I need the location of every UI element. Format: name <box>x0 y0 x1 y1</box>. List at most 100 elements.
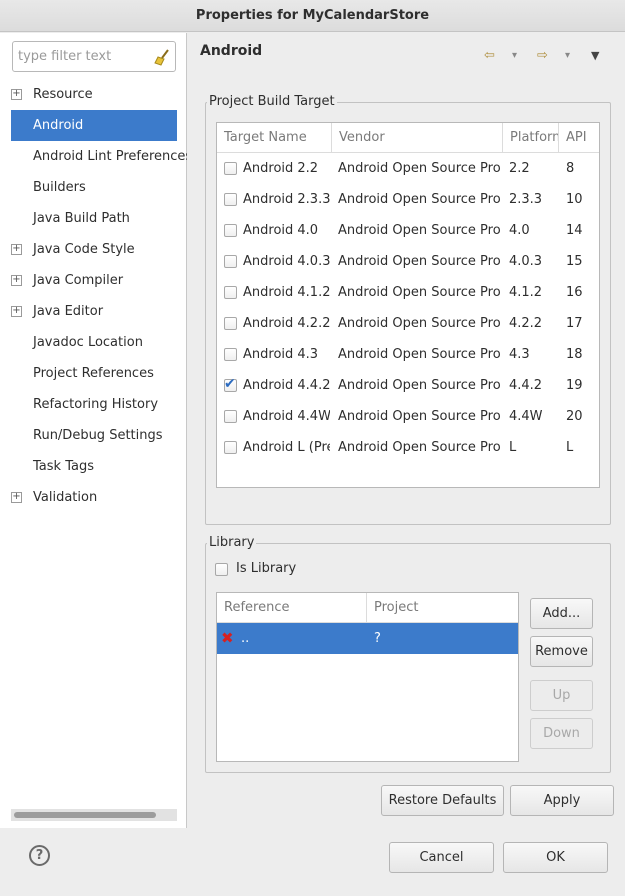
sidebar-horizontal-scrollbar[interactable] <box>11 809 177 821</box>
table-row[interactable]: Android 4.1.2 Android Open Source Project… <box>217 277 599 308</box>
sidebar-item-label: Android <box>33 118 84 133</box>
platform-cell: 4.1.2 <box>509 285 543 300</box>
expand-icon[interactable]: + <box>11 306 22 317</box>
table-row[interactable]: Android 2.2 Android Open Source Project 2.… <box>217 153 599 184</box>
sidebar-item-label: Java Compiler <box>33 273 124 288</box>
up-button[interactable]: Up <box>530 680 593 711</box>
filter-input[interactable] <box>16 45 152 68</box>
expand-icon[interactable]: + <box>11 244 22 255</box>
target-name-cell: Android 4.4.2 <box>243 378 330 393</box>
table-row[interactable]: Android 4.0.3 Android Open Source Project… <box>217 246 599 277</box>
api-cell: 20 <box>566 409 583 424</box>
view-menu-icon[interactable]: ▼ <box>591 49 599 62</box>
sidebar-item-label: Task Tags <box>33 459 94 474</box>
api-cell: L <box>566 440 574 455</box>
is-library-label: Is Library <box>236 561 297 576</box>
vendor-cell: Android Open Source Project <box>338 254 500 269</box>
broom-icon[interactable] <box>153 48 171 66</box>
sidebar-item-java-build-path[interactable]: Java Build Path <box>0 203 187 234</box>
sidebar-item-builders[interactable]: Builders <box>0 172 187 203</box>
vendor-cell: Android Open Source Project <box>338 378 500 393</box>
add-button[interactable]: Add... <box>530 598 593 629</box>
platform-cell: 4.4.2 <box>509 378 543 393</box>
vendor-cell: Android Open Source Project <box>338 440 500 455</box>
column-header-platform[interactable]: Platform <box>503 123 559 153</box>
project-cell: ? <box>374 631 381 646</box>
target-name-cell: Android 4.0 <box>243 223 319 238</box>
library-table[interactable]: Reference Project ✖ .. ? <box>216 592 519 762</box>
expand-icon[interactable]: + <box>11 275 22 286</box>
sidebar-item-java-code-style[interactable]: + Java Code Style <box>0 234 187 265</box>
sidebar-item-java-compiler[interactable]: + Java Compiler <box>0 265 187 296</box>
window-title: Properties for MyCalendarStore <box>0 0 625 32</box>
remove-button[interactable]: Remove <box>530 636 593 667</box>
target-checkbox[interactable] <box>224 255 237 268</box>
target-name-cell: Android 4.3 <box>243 347 319 362</box>
column-header-vendor[interactable]: Vendor <box>332 123 503 153</box>
sidebar-item-label: Run/Debug Settings <box>33 428 163 443</box>
target-checkbox[interactable] <box>224 286 237 299</box>
scrollbar-thumb[interactable] <box>14 812 156 818</box>
back-history-chevron-down-icon[interactable]: ▾ <box>512 50 517 61</box>
table-row[interactable]: Android 4.4W Android Open Source Project 4… <box>217 401 599 432</box>
table-row[interactable]: Android 4.3 Android Open Source Project 4.… <box>217 339 599 370</box>
column-header-api[interactable]: API <box>559 123 599 153</box>
sidebar-item-label: Android Lint Preferences <box>33 149 187 164</box>
back-arrow-icon[interactable]: ⇦ <box>484 48 495 63</box>
sidebar-item-validation[interactable]: + Validation <box>0 482 187 513</box>
sidebar-item-run-debug-settings[interactable]: Run/Debug Settings <box>0 420 187 451</box>
sidebar-item-javadoc-location[interactable]: Javadoc Location <box>0 327 187 358</box>
forward-arrow-icon[interactable]: ⇨ <box>537 48 548 63</box>
platform-cell: L <box>509 440 517 455</box>
table-row[interactable]: Android 2.3.3 Android Open Source Project… <box>217 184 599 215</box>
restore-defaults-button[interactable]: Restore Defaults <box>381 785 504 816</box>
target-checkbox[interactable] <box>224 410 237 423</box>
page-title: Android <box>200 43 263 59</box>
build-target-table[interactable]: Target Name Vendor Platform API Android … <box>216 122 600 488</box>
target-checkbox[interactable] <box>224 348 237 361</box>
apply-button[interactable]: Apply <box>510 785 614 816</box>
sidebar-item-label: Builders <box>33 180 86 195</box>
sidebar-item-label: Java Build Path <box>33 211 130 226</box>
table-row[interactable]: Android L (Preview) Android Open Source P… <box>217 432 599 463</box>
reference-cell: .. <box>241 631 250 646</box>
table-row[interactable]: Android 4.0 Android Open Source Project 4.… <box>217 215 599 246</box>
down-button[interactable]: Down <box>530 718 593 749</box>
target-checkbox[interactable] <box>224 193 237 206</box>
sidebar-item-resource[interactable]: + Resource <box>0 79 187 110</box>
forward-history-chevron-down-icon[interactable]: ▾ <box>565 50 570 61</box>
vendor-cell: Android Open Source Project <box>338 409 500 424</box>
sidebar-item-java-editor[interactable]: + Java Editor <box>0 296 187 327</box>
table-row[interactable]: ✖ .. ? <box>217 623 518 654</box>
table-row[interactable]: Android 4.2.2 Android Open Source Project… <box>217 308 599 339</box>
sidebar-item-android-lint-preferences[interactable]: Android Lint Preferences <box>0 141 187 172</box>
sidebar-item-project-references[interactable]: Project References <box>0 358 187 389</box>
target-checkbox[interactable] <box>224 441 237 454</box>
api-cell: 17 <box>566 316 583 331</box>
platform-cell: 4.0 <box>509 223 530 238</box>
vendor-cell: Android Open Source Project <box>338 285 500 300</box>
sidebar-item-label: Project References <box>33 366 154 381</box>
column-header-target-name[interactable]: Target Name <box>217 123 332 153</box>
target-checkbox[interactable]: ✔ <box>224 376 237 392</box>
target-name-cell: Android 4.4W <box>243 409 330 424</box>
ok-button[interactable]: OK <box>503 842 608 873</box>
sidebar: + Resource Android Android Lint Preferences… <box>0 33 187 828</box>
sidebar-item-refactoring-history[interactable]: Refactoring History <box>0 389 187 420</box>
platform-cell: 4.2.2 <box>509 316 543 331</box>
help-icon[interactable]: ? <box>29 845 50 866</box>
sidebar-item-task-tags[interactable]: Task Tags <box>0 451 187 482</box>
expand-icon[interactable]: + <box>11 89 22 100</box>
table-row[interactable]: ✔ Android 4.4.2 Android Open Source Projec… <box>217 370 599 401</box>
target-checkbox[interactable] <box>224 224 237 237</box>
target-checkbox[interactable] <box>224 162 237 175</box>
cancel-button[interactable]: Cancel <box>389 842 494 873</box>
column-header-reference[interactable]: Reference <box>217 593 367 623</box>
sidebar-item-android[interactable]: Android <box>11 110 177 141</box>
target-checkbox[interactable] <box>224 317 237 330</box>
is-library-checkbox[interactable] <box>215 563 228 576</box>
api-cell: 14 <box>566 223 583 238</box>
platform-cell: 4.0.3 <box>509 254 543 269</box>
column-header-project[interactable]: Project <box>367 593 518 623</box>
expand-icon[interactable]: + <box>11 492 22 503</box>
